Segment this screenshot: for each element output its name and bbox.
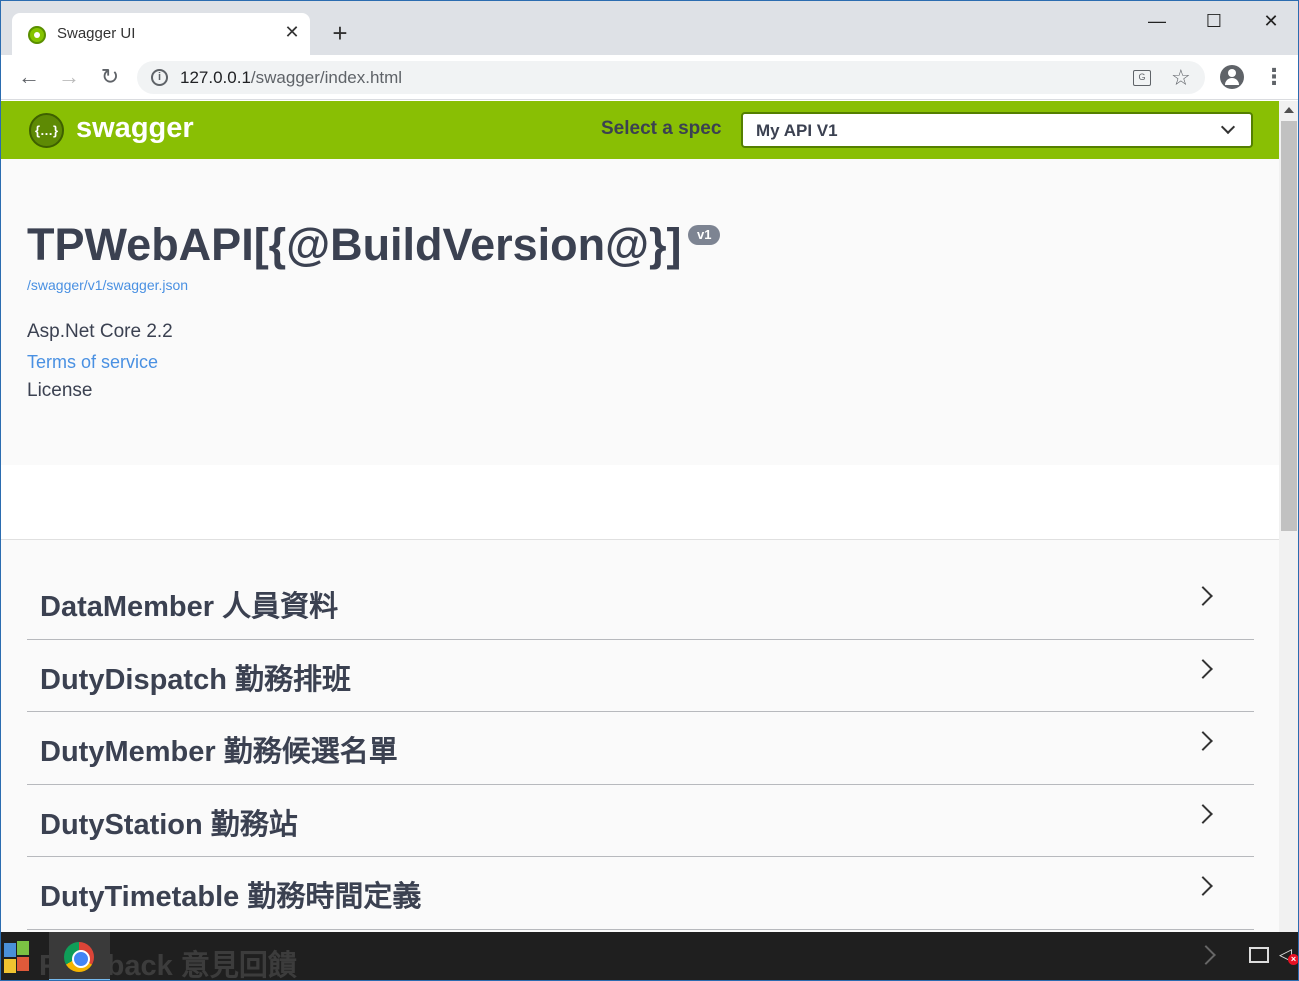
close-window-button[interactable]: ✕ [1251,7,1291,35]
spec-select[interactable]: My API V1 [741,112,1253,148]
back-button[interactable]: ← [15,63,43,91]
close-tab-icon[interactable]: ✕ [282,22,302,42]
swagger-logo-icon[interactable]: {…} [29,113,64,148]
api-description: Asp.Net Core 2.2 [27,321,173,342]
chrome-icon [64,942,94,972]
url-text[interactable]: 127.0.0.1/swagger/index.html [180,68,402,88]
schemes-band [1,465,1279,540]
scroll-up-arrow-icon[interactable] [1284,107,1294,113]
mute-indicator-icon: × [1288,954,1298,965]
scrollbar-thumb[interactable] [1281,121,1297,531]
spec-json-link[interactable]: /swagger/v1/swagger.json [27,277,188,293]
translate-icon[interactable]: G [1133,70,1151,86]
browser-tab[interactable]: Swagger UI ✕ [12,13,310,55]
swagger-favicon-icon [28,26,46,44]
site-info-icon[interactable]: i [151,69,168,86]
forward-button[interactable]: → [55,63,83,91]
address-bar[interactable]: i 127.0.0.1/swagger/index.html G ☆ [137,61,1205,94]
tag-title[interactable]: DutyMember 勤務候選名單 [40,728,398,770]
minimize-button[interactable]: — [1137,7,1177,35]
browser-menu-icon[interactable]: ⋮ [1263,63,1285,91]
tab-title: Swagger UI [57,25,136,42]
license-text: License [27,380,93,401]
tag-title[interactable]: DutyDispatch 勤務排班 [40,656,351,698]
chevron-right-icon[interactable] [1193,803,1213,824]
chevron-right-icon[interactable] [1193,731,1213,752]
tag-section[interactable]: DutyDispatch 勤務排班 [27,640,1254,713]
network-icon[interactable] [1249,947,1269,963]
version-badge: v1 [688,225,721,245]
chevron-right-icon[interactable] [1193,876,1213,897]
bookmark-star-icon[interactable]: ☆ [1171,65,1191,91]
tag-section[interactable]: DutyStation 勤務站 [27,785,1254,858]
tag-section[interactable]: DutyTimetable 勤務時間定義 [27,857,1254,930]
tag-title[interactable]: DutyTimetable 勤務時間定義 [40,873,421,915]
operation-tags: DataMember 人員資料 DutyDispatch 勤務排班 DutyMe… [27,567,1254,930]
browser-window: Swagger UI ✕ + — ☐ ✕ ← → ↻ i 127.0.0.1/s… [0,0,1299,981]
tag-section[interactable]: DutyMember 勤務候選名單 [27,712,1254,785]
chevron-right-icon[interactable] [1193,658,1213,679]
swagger-brand[interactable]: swagger [76,112,194,145]
tag-section[interactable]: DataMember 人員資料 [27,567,1254,640]
tab-strip: Swagger UI ✕ + — ☐ ✕ [1,1,1298,55]
chevron-down-icon [1220,119,1236,135]
reload-button[interactable]: ↻ [96,63,124,91]
new-tab-button[interactable]: + [326,19,354,47]
vertical-scrollbar[interactable] [1279,101,1298,932]
api-info: TPWebAPI[{@BuildVersion@}] v1 /swagger/v… [1,159,1279,465]
spec-select-value: My API V1 [756,121,838,140]
select-spec-label: Select a spec [601,118,722,139]
maximize-button[interactable]: ☐ [1194,7,1234,35]
chevron-right-icon [1196,945,1216,965]
page-viewport: {…} swagger Select a spec My API V1 TPWe… [1,101,1279,932]
api-title: TPWebAPI[{@BuildVersion@}] [27,219,682,270]
start-button-icon[interactable] [1,937,33,977]
chevron-right-icon[interactable] [1193,586,1213,606]
profile-avatar-icon[interactable] [1220,65,1244,89]
swagger-topbar: {…} swagger Select a spec My API V1 [1,101,1279,159]
windows-taskbar: Feedback 意見回饋 ◁ × [1,932,1298,980]
browser-toolbar: ← → ↻ i 127.0.0.1/swagger/index.html G ☆… [1,55,1298,100]
tag-title[interactable]: DataMember 人員資料 [40,583,338,625]
terms-of-service-link[interactable]: Terms of service [27,352,158,373]
tag-title[interactable]: DutyStation 勤務站 [40,801,298,843]
chrome-taskbar-button[interactable] [49,932,110,980]
